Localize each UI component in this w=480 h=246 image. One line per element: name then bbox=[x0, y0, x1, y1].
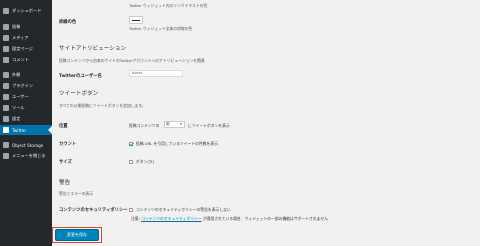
count-checkbox[interactable] bbox=[129, 142, 133, 146]
sidebar-item-5[interactable]: 外観 bbox=[0, 70, 52, 80]
admin-sidebar: ダッシュボード 投稿メディア固定ページコメント外観プラグインユーザーツール設定 Tw… bbox=[0, 0, 52, 246]
settings-icon bbox=[3, 116, 9, 122]
sidebar-item-label: ツール bbox=[12, 105, 25, 110]
csp-note-suffix: が適用されている場合、ウィジェットの一部の機能はサポートされません bbox=[202, 216, 328, 221]
sidebar-item-12[interactable]: メニューを閉じる bbox=[0, 151, 52, 161]
sidebar-item-10[interactable]: Twitter bbox=[0, 125, 52, 135]
comment-icon bbox=[3, 57, 9, 63]
border-color-label: 枠線の色 bbox=[59, 20, 77, 25]
sidebar-item-label: メディア bbox=[12, 35, 29, 40]
sidebar-item-label: 固定ページ bbox=[12, 46, 33, 51]
csp-note: 注意: コンテンツのセキュリティポリシー が適用されている場合、ウィジェットの一… bbox=[131, 216, 328, 222]
sidebar-item-label: 設定 bbox=[12, 116, 21, 121]
sidebar-item-2[interactable]: メディア bbox=[0, 33, 52, 43]
attribution-description: 投稿コンテンツから由来のサイトのTwitterアカウントへのアトリビューションを… bbox=[59, 58, 205, 63]
csp-checkbox[interactable] bbox=[129, 208, 133, 212]
dashboard-icon bbox=[3, 8, 9, 14]
collapse-icon bbox=[3, 153, 9, 159]
csp-label: コンテンツのセキュリティポリシー bbox=[59, 208, 128, 213]
position-label: 位置 bbox=[59, 124, 68, 129]
position-select-value: 前 bbox=[166, 122, 170, 126]
sidebar-item-9[interactable]: 設定 bbox=[0, 114, 52, 124]
position-select[interactable]: 前 ▾ bbox=[164, 121, 185, 128]
size-checkbox[interactable] bbox=[129, 160, 133, 164]
sidebar-item-label: 投稿 bbox=[12, 24, 21, 29]
position-suffix-text: にツイートボタンを表示 bbox=[188, 123, 230, 128]
warnings-description: 警告とエラーの表示 bbox=[59, 191, 94, 196]
pushpin-icon bbox=[3, 24, 9, 30]
border-color-description: Twitter ウィジェット全体の枠線の色 bbox=[129, 26, 193, 31]
csp-link[interactable]: コンテンツのセキュリティポリシー bbox=[141, 216, 202, 221]
sidebar-item-label: コメント bbox=[12, 57, 29, 62]
tools-icon bbox=[3, 105, 9, 111]
color-swatch bbox=[132, 20, 140, 21]
size-checkbox-text: ボタン(大) bbox=[136, 159, 155, 164]
sidebar-item-0[interactable]: ダッシュボード bbox=[0, 6, 52, 16]
sidebar-item-label: Twitter bbox=[12, 127, 27, 133]
count-label: カウント bbox=[59, 142, 77, 147]
size-label: サイズ bbox=[59, 160, 72, 165]
section-title-tweet-button: ツイートボタン bbox=[59, 91, 99, 97]
sidebar-item-7[interactable]: ユーザー bbox=[0, 92, 52, 102]
sidebar-item-label: 外観 bbox=[12, 72, 21, 77]
csp-note-prefix: 注意: bbox=[131, 216, 140, 221]
storage-icon bbox=[3, 142, 9, 148]
section-title-warnings: 警告 bbox=[59, 180, 71, 186]
sidebar-item-6[interactable]: プラグイン bbox=[0, 81, 52, 91]
csp-checkbox-text: コンテンツのセキュリティポリシーの警告を表示しない bbox=[136, 207, 231, 212]
section-title-attribution: サイトアトリビューション bbox=[59, 46, 127, 52]
border-color-picker[interactable] bbox=[129, 16, 143, 24]
tweet-button-description: すべての公開投稿にツイートボタンを追加します。 bbox=[59, 103, 146, 108]
settings-main: Twitter ウィジェット内のリンクテキストの色 枠線の色 Twitter ウ… bbox=[52, 0, 480, 246]
link-color-description: Twitter ウィジェット内のリンクテキストの色 bbox=[129, 3, 208, 8]
page-icon bbox=[3, 46, 9, 52]
sidebar-item-label: Object Storage bbox=[12, 142, 44, 148]
position-prefix-text: 投稿コンテンツの bbox=[129, 123, 160, 128]
sidebar-item-1[interactable]: 投稿 bbox=[0, 22, 52, 32]
appearance-icon bbox=[3, 72, 9, 78]
sidebar-item-3[interactable]: 固定ページ bbox=[0, 44, 52, 54]
sidebar-item-label: メニューを閉じる bbox=[12, 153, 46, 158]
sidebar-item-11[interactable]: Object Storage bbox=[0, 140, 52, 150]
count-checkbox-text: 投稿 URL を引用しているツイートの件数を表示 bbox=[136, 141, 218, 146]
twitter-username-label: Twitterのユーザー名 bbox=[59, 74, 102, 79]
sidebar-item-8[interactable]: ツール bbox=[0, 103, 52, 113]
sidebar-item-label: ダッシュボード bbox=[12, 8, 42, 13]
sidebar-item-label: プラグイン bbox=[12, 83, 33, 88]
twitter-icon bbox=[3, 127, 9, 133]
sidebar-item-4[interactable]: コメント bbox=[0, 55, 52, 65]
media-icon bbox=[3, 35, 9, 41]
chevron-down-icon: ▾ bbox=[180, 122, 182, 126]
plugin-icon bbox=[3, 83, 9, 89]
save-changes-button[interactable]: 変更を保存 bbox=[55, 229, 99, 241]
users-icon bbox=[3, 94, 9, 100]
sidebar-item-label: ユーザー bbox=[12, 94, 29, 99]
twitter-username-input[interactable]: dsnet bbox=[129, 70, 183, 77]
